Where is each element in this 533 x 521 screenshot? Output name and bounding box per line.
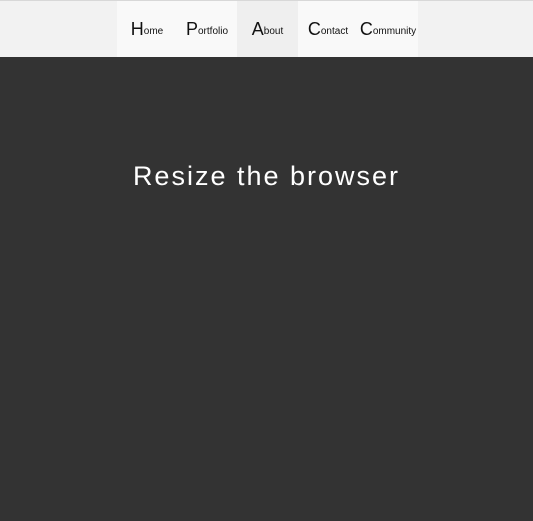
nav-label-rest: ommunity xyxy=(372,25,417,37)
nav-item-contact[interactable]: Contact xyxy=(298,1,358,57)
nav-item-portfolio[interactable]: Portfolio xyxy=(177,1,237,57)
nav-label-rest: bout xyxy=(263,25,284,37)
nav-label-initial: P xyxy=(185,18,198,39)
nav-label-rest: ontact xyxy=(320,25,349,37)
nav-label-initial: C xyxy=(307,18,321,39)
nav-label-rest: ome xyxy=(143,25,164,37)
nav-label-initial: A xyxy=(251,18,264,39)
nav-item-home[interactable]: Home xyxy=(117,1,177,57)
nav-item-community[interactable]: Community xyxy=(358,1,418,57)
page-heading: Resize the browser xyxy=(132,161,401,191)
nav-item-about[interactable]: About xyxy=(237,1,298,57)
nav-label-rest: ortfolio xyxy=(198,25,229,37)
nav-label-initial: H xyxy=(130,18,144,39)
header: Home Portfolio About Contact Community xyxy=(0,0,533,57)
nav-menu: Home Portfolio About Contact Community xyxy=(117,1,418,57)
nav-label-initial: C xyxy=(359,18,373,39)
